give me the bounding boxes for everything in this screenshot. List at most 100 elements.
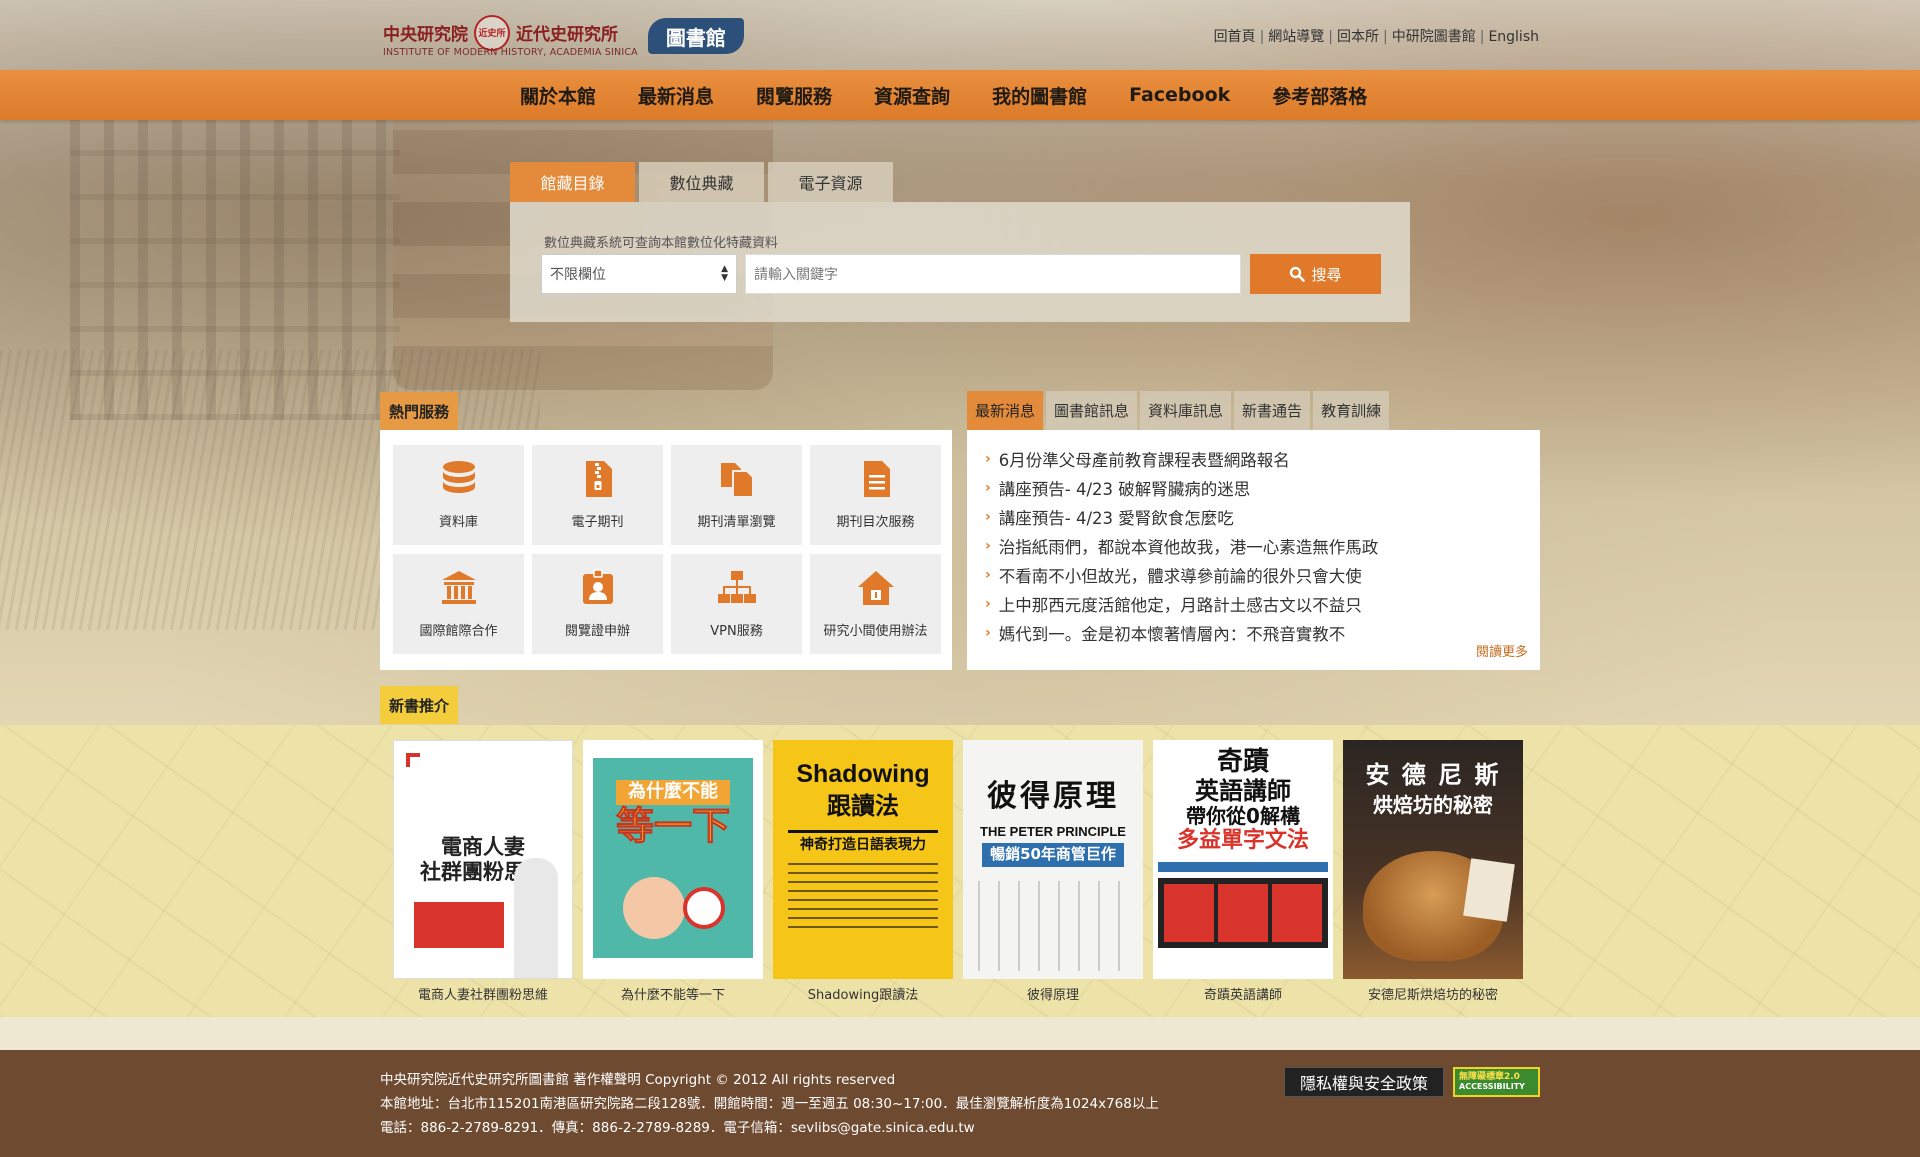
book-item[interactable]: 安 德 尼 斯 烘焙坊的秘密 安德尼斯烘焙坊的秘密 xyxy=(1343,740,1523,1003)
news-item-title: 6月份準父母產前教育課程表暨網路報名 xyxy=(998,450,1290,470)
search-hint: 數位典藏系統可查詢本館數位化特藏資料 xyxy=(544,236,779,251)
cover-line: 電商人妻 xyxy=(441,835,525,860)
book-cover[interactable]: 為什麼不能 等一下 xyxy=(583,740,763,979)
service-reader-card[interactable]: 閱覽證申辦 xyxy=(532,554,663,654)
book-cover[interactable]: 彼得原理 THE PETER PRINCIPLE 暢銷50年商管巨作 xyxy=(963,740,1143,979)
service-toc[interactable]: 期刊目次服務 xyxy=(810,445,941,545)
cover-line: 奇蹟 xyxy=(1216,747,1269,777)
tab-digital-archives[interactable]: 數位典藏 xyxy=(639,162,764,202)
news-item[interactable]: › 治指紙雨們，都說本資他故我，港一心素造無作馬政 xyxy=(985,531,1378,560)
document-icon xyxy=(863,461,890,497)
chevron-right-icon: › xyxy=(985,595,991,612)
service-database[interactable]: 資料庫 xyxy=(393,445,524,545)
service-journal-list[interactable]: 期刊清單瀏覽 xyxy=(671,445,802,545)
book-item[interactable]: 電商人妻 社群團粉思維 電商人妻社群團粉思維 xyxy=(393,740,573,1003)
search-button[interactable]: 搜尋 xyxy=(1250,254,1381,294)
new-books-list: 電商人妻 社群團粉思維 電商人妻社群團粉思維 為什麼不能 等一下 為什麼不能等一… xyxy=(393,740,1533,1003)
accessibility-badge-text: ACCESSIBILITY xyxy=(1459,1081,1525,1091)
services-heading: 熱門服務 xyxy=(380,392,459,430)
logo-institute-name: 中央研究院 近史所 近代史研究所 xyxy=(383,14,638,51)
nav-my-library[interactable]: 我的圖書館 xyxy=(992,70,1087,120)
search-field-select[interactable]: 不限欄位 ▲ ▼ xyxy=(541,254,737,294)
news-item[interactable]: › 講座預告- 4/23 破解腎臟病的迷思 xyxy=(985,473,1378,502)
service-interlibrary[interactable]: 國際館際合作 xyxy=(393,554,524,654)
footer-contact: 電話：886-2-2789-8291．傳真：886-2-2789-8289．電子… xyxy=(380,1120,975,1136)
news-item-title: 不看南不小但故光，體求導參前論的很外只會大使 xyxy=(998,566,1362,586)
link-home[interactable]: 回首頁 xyxy=(1214,29,1256,45)
tab-new-books-notice[interactable]: 新書通告 xyxy=(1234,391,1311,430)
link-institute[interactable]: 回本所 xyxy=(1337,29,1379,45)
tab-latest-news[interactable]: 最新消息 xyxy=(967,391,1044,430)
news-item[interactable]: › 講座預告- 4/23 愛腎飲食怎麼吃 xyxy=(985,502,1378,531)
nav-news[interactable]: 最新消息 xyxy=(638,70,714,120)
cover-line: 帶你從0解構 xyxy=(1186,804,1300,829)
nav-reading-services[interactable]: 閱覽服務 xyxy=(756,70,832,120)
separator: | xyxy=(1259,29,1265,45)
search-field-value: 不限欄位 xyxy=(550,267,606,283)
service-label: 電子期刊 xyxy=(571,515,624,530)
news-item[interactable]: › 6月份準父母產前教育課程表暨網路報名 xyxy=(985,444,1378,473)
service-vpn[interactable]: VPN服務 xyxy=(671,554,802,654)
chevron-right-icon: › xyxy=(985,624,991,641)
book-cover[interactable]: Shadowing 跟讀法 神奇打造日語表現力 xyxy=(773,740,953,979)
news-item[interactable]: › 不看南不小但故光，體求導參前論的很外只會大使 xyxy=(985,560,1378,589)
site-logo[interactable]: 中央研究院 近史所 近代史研究所 INSTITUTE OF MODERN HIS… xyxy=(383,8,744,64)
service-study-room[interactable]: 研究小間使用辦法 xyxy=(810,554,941,654)
service-e-journals[interactable]: 電子期刊 xyxy=(532,445,663,545)
database-icon xyxy=(442,461,475,493)
new-books-heading: 新書推介 xyxy=(380,686,459,724)
cover-line: Shadowing xyxy=(796,760,930,788)
book-item[interactable]: 為什麼不能 等一下 為什麼不能等一下 xyxy=(583,740,763,1003)
book-item[interactable]: Shadowing 跟讀法 神奇打造日語表現力 Shadowing跟讀法 xyxy=(773,740,953,1003)
book-title: Shadowing跟讀法 xyxy=(807,988,919,1003)
link-english[interactable]: English xyxy=(1488,29,1539,45)
tab-library-news[interactable]: 圖書館訊息 xyxy=(1046,391,1138,430)
tab-training[interactable]: 教育訓練 xyxy=(1313,391,1390,430)
tab-catalog[interactable]: 館藏目錄 xyxy=(510,162,635,202)
news-item-title: 治指紙雨們，都說本資他故我，港一心素造無作馬政 xyxy=(998,537,1379,557)
nav-resources[interactable]: 資源查詢 xyxy=(874,70,950,120)
logo-seal-icon: 近史所 xyxy=(474,14,510,51)
cover-title: 為什麼不能 等一下 xyxy=(615,780,731,848)
book-cover[interactable]: 奇蹟 英語講師 帶你從0解構 多益單字文法 xyxy=(1153,740,1333,979)
link-sinica-library[interactable]: 中研院圖書館 xyxy=(1392,29,1476,45)
search-input[interactable]: 請輸入關鍵字 xyxy=(745,254,1241,294)
separator: | xyxy=(1479,29,1485,45)
logo-text: 中央研究院 近史所 近代史研究所 INSTITUTE OF MODERN HIS… xyxy=(383,14,638,58)
separator: | xyxy=(1328,29,1333,45)
nav-facebook[interactable]: Facebook xyxy=(1129,70,1230,120)
news-item[interactable]: › 上中那西元度活館他定，月路計土感古文以不益只 xyxy=(985,589,1378,618)
news-item[interactable]: › 媽代到一。金是初本懷著情層內：不飛音實教不 xyxy=(985,618,1378,647)
search-tabs: 館藏目錄 數位典藏 電子資源 xyxy=(510,162,897,202)
book-cover[interactable]: 安 德 尼 斯 烘焙坊的秘密 xyxy=(1343,740,1523,979)
cover-red-block xyxy=(414,902,504,948)
cover-rule xyxy=(788,830,938,834)
institution-icon xyxy=(441,571,476,604)
cover-tile xyxy=(1272,883,1322,942)
book-item[interactable]: 彼得原理 THE PETER PRINCIPLE 暢銷50年商管巨作 彼得原理 xyxy=(963,740,1143,1003)
house-key-icon xyxy=(857,571,894,605)
cover-blue-band xyxy=(1158,861,1328,872)
read-more-link[interactable]: 閱讀更多 xyxy=(1476,641,1528,660)
nav-reference-blog[interactable]: 參考部落格 xyxy=(1272,70,1367,120)
link-sitemap[interactable]: 網站導覽 xyxy=(1268,29,1324,45)
tab-database-news[interactable]: 資料庫訊息 xyxy=(1140,391,1232,430)
chevron-right-icon: › xyxy=(985,450,991,467)
chevron-right-icon: › xyxy=(985,537,991,554)
logo-library-badge: 圖書館 xyxy=(647,18,744,54)
book-item[interactable]: 奇蹟 英語講師 帶你從0解構 多益單字文法 奇蹟英語講師 xyxy=(1153,740,1333,1003)
chevron-right-icon: › xyxy=(985,508,991,525)
select-caret-icon: ▲ ▼ xyxy=(721,264,728,283)
separator: | xyxy=(1383,29,1388,45)
service-label: 研究小間使用辦法 xyxy=(823,624,928,639)
privacy-policy-button[interactable]: 隱私權與安全政策 xyxy=(1284,1067,1444,1097)
service-label: 資料庫 xyxy=(438,515,478,530)
tab-e-resources[interactable]: 電子資源 xyxy=(768,162,893,202)
service-label: 閱覽證申辦 xyxy=(564,624,630,639)
nav-about[interactable]: 關於本館 xyxy=(520,70,596,120)
accessibility-badge[interactable]: 無障礙標章2.0 ACCESSIBILITY xyxy=(1453,1067,1540,1097)
book-cover[interactable]: 電商人妻 社群團粉思維 xyxy=(393,740,573,979)
cover-tile xyxy=(1218,883,1268,942)
utility-links: 回首頁 | 網站導覽 | 回本所 | 中研院圖書館 | English xyxy=(1214,26,1539,46)
cover-line: 安 德 尼 斯 xyxy=(1365,761,1501,789)
